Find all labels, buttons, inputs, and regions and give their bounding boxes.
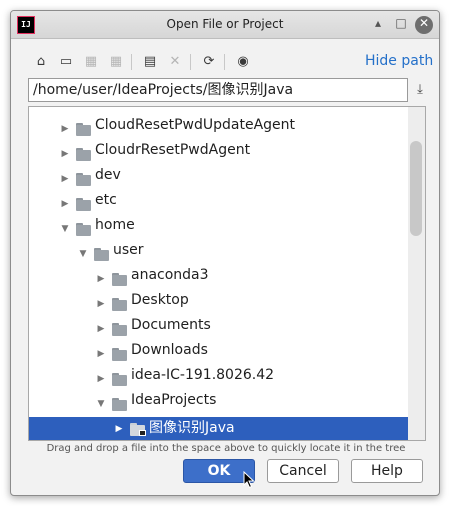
project-folder-icon[interactable]: ▦ xyxy=(81,52,101,72)
toolbar-separator xyxy=(131,54,132,70)
refresh-icon[interactable]: ⟳ xyxy=(199,52,219,72)
folder-icon xyxy=(76,198,91,211)
tree-item-label: home xyxy=(95,217,135,233)
folder-icon xyxy=(112,373,127,386)
download-icon[interactable]: ⤓ xyxy=(409,79,431,101)
expand-arrow-right-icon[interactable]: ▶ xyxy=(59,167,71,192)
folder-icon xyxy=(112,348,127,361)
tree-item-label: CloudrResetPwdAgent xyxy=(95,142,251,158)
tree-item-label: Documents xyxy=(131,317,211,333)
tree-item-label: user xyxy=(113,242,144,258)
tree-item-label: IdeaProjects xyxy=(131,392,217,408)
new-folder-icon[interactable]: ▤ xyxy=(140,52,160,72)
folder-icon xyxy=(112,298,127,311)
expand-arrow-right-icon[interactable]: ▶ xyxy=(113,417,125,440)
tree-row[interactable]: ▼ IdeaProjects xyxy=(29,392,414,417)
show-hidden-icon[interactable]: ◉ xyxy=(233,52,253,72)
desktop-icon[interactable]: ▭ xyxy=(56,52,76,72)
expand-arrow-right-icon[interactable]: ▶ xyxy=(95,292,107,317)
toolbar-separator xyxy=(224,54,225,70)
folder-icon xyxy=(76,123,91,136)
tree-row[interactable]: ▶ anaconda3 xyxy=(29,267,414,292)
expand-arrow-right-icon[interactable]: ▶ xyxy=(95,317,107,342)
tree-scrollbar[interactable] xyxy=(408,107,425,440)
scrollbar-thumb[interactable] xyxy=(410,141,422,236)
chevron-up-icon[interactable]: ▴ xyxy=(369,16,387,34)
path-field[interactable]: /home/user/IdeaProjects/图像识别Java xyxy=(28,78,408,102)
expand-arrow-right-icon[interactable]: ▶ xyxy=(95,367,107,392)
tree-row[interactable]: ▼ home xyxy=(29,217,414,242)
folder-icon xyxy=(76,148,91,161)
file-tree[interactable]: ▶ CloudResetPwdUpdateAgent ▶ CloudrResetPwd… xyxy=(28,106,426,441)
tree-row[interactable]: ▶ Documents xyxy=(29,317,414,342)
folder-icon xyxy=(112,323,127,336)
tree-row[interactable]: ▼ user xyxy=(29,242,414,267)
tree-row[interactable]: ▶ 图像识别Java xyxy=(29,417,414,440)
tree-item-label: Downloads xyxy=(131,342,208,358)
expand-arrow-right-icon[interactable]: ▶ xyxy=(59,192,71,217)
expand-arrow-right-icon[interactable]: ▶ xyxy=(95,342,107,367)
tree-item-label: etc xyxy=(95,192,117,208)
tree-row[interactable]: ▶ CloudrResetPwdAgent xyxy=(29,142,414,167)
home-icon[interactable]: ⌂ xyxy=(31,52,51,72)
folder-icon xyxy=(112,398,127,411)
folder-icon xyxy=(76,223,91,236)
close-icon[interactable]: ✕ xyxy=(415,16,433,34)
open-file-dialog: IJ Open File or Project ▴ □ ✕ ⌂ ▭ ▦ ▦ ▤ … xyxy=(10,10,440,496)
folder-icon xyxy=(112,273,127,286)
module-folder-icon[interactable]: ▦ xyxy=(106,52,126,72)
tree-item-label: anaconda3 xyxy=(131,267,209,283)
tree-row[interactable]: ▶ dev xyxy=(29,167,414,192)
toolbar-separator xyxy=(190,54,191,70)
folder-icon xyxy=(130,423,146,436)
expand-arrow-down-icon[interactable]: ▼ xyxy=(95,392,107,417)
tree-row[interactable]: ▶ Desktop xyxy=(29,292,414,317)
expand-arrow-right-icon[interactable]: ▶ xyxy=(95,267,107,292)
mouse-cursor-icon xyxy=(243,471,255,489)
expand-arrow-right-icon[interactable]: ▶ xyxy=(59,117,71,142)
tree-row[interactable]: ▶ etc xyxy=(29,192,414,217)
help-button[interactable]: Help xyxy=(351,459,423,483)
expand-arrow-down-icon[interactable]: ▼ xyxy=(59,217,71,242)
toolbar: ⌂ ▭ ▦ ▦ ▤ ✕ ⟳ ◉ xyxy=(23,51,283,73)
folder-icon xyxy=(76,173,91,186)
tree-item-label: dev xyxy=(95,167,121,183)
expand-arrow-right-icon[interactable]: ▶ xyxy=(59,142,71,167)
tree-row[interactable]: ▶ idea-IC-191.8026.42 xyxy=(29,367,414,392)
hide-path-link[interactable]: Hide path xyxy=(365,53,433,69)
folder-icon xyxy=(94,248,109,261)
delete-icon[interactable]: ✕ xyxy=(165,52,185,72)
cancel-button[interactable]: Cancel xyxy=(267,459,339,483)
maximize-icon[interactable]: □ xyxy=(392,16,410,34)
tree-item-label: Desktop xyxy=(131,292,189,308)
tree-row[interactable]: ▶ CloudResetPwdUpdateAgent xyxy=(29,117,414,142)
drag-drop-hint: Drag and drop a file into the space abov… xyxy=(46,443,406,454)
tree-item-label: 图像识别Java xyxy=(149,420,235,436)
expand-arrow-down-icon[interactable]: ▼ xyxy=(77,242,89,267)
tree-item-label: idea-IC-191.8026.42 xyxy=(131,367,275,383)
title-bar[interactable]: IJ Open File or Project ▴ □ ✕ xyxy=(11,11,439,39)
tree-item-label: CloudResetPwdUpdateAgent xyxy=(95,117,296,133)
tree-row[interactable]: ▶ Downloads xyxy=(29,342,414,367)
